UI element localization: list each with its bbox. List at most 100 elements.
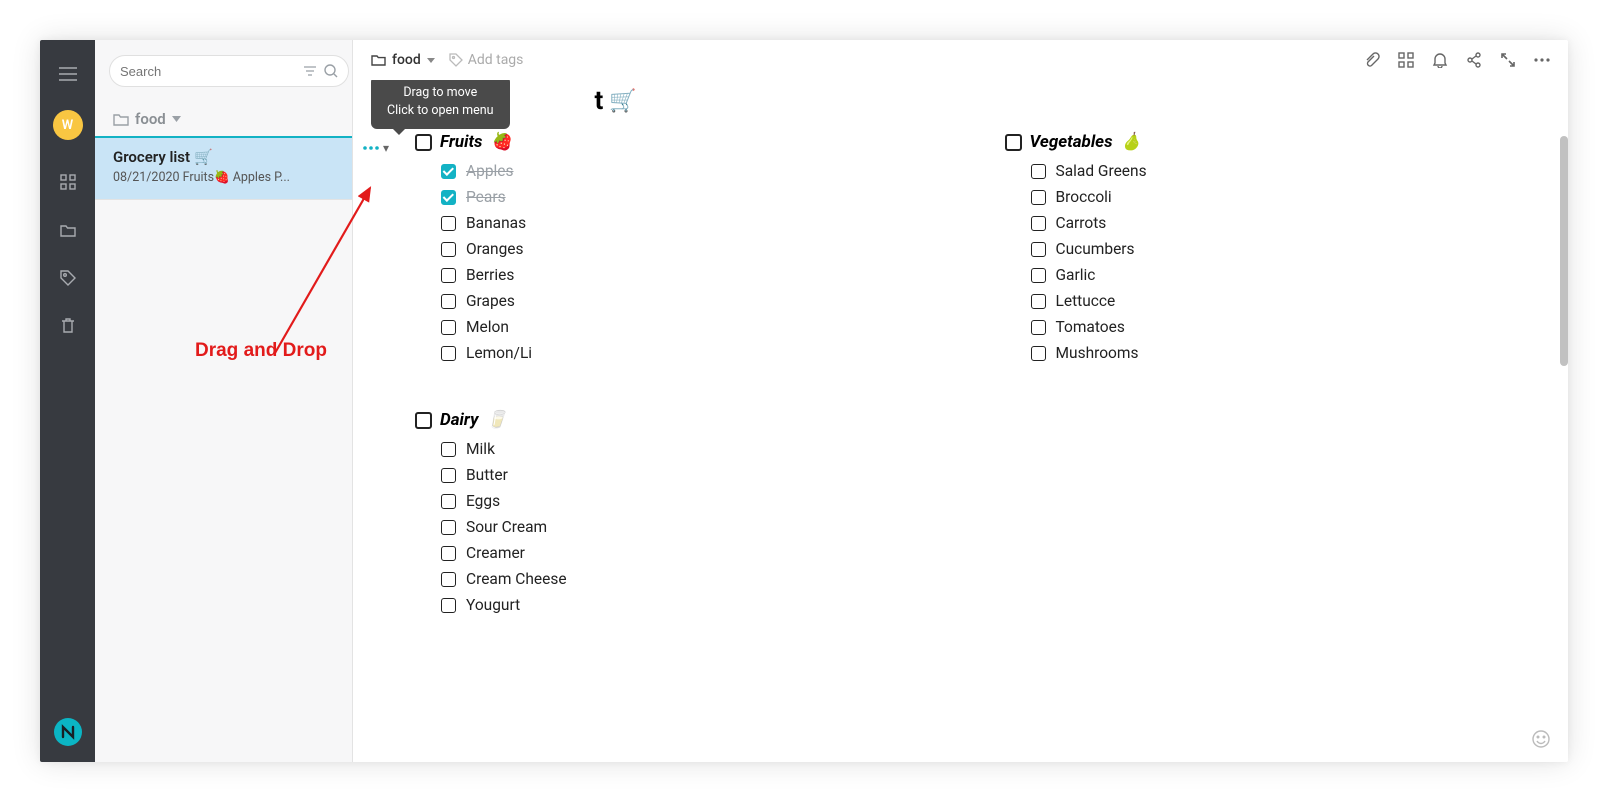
- nav-rail: W: [40, 40, 95, 762]
- sidebar-folder[interactable]: food: [95, 98, 352, 138]
- search-icon[interactable]: [324, 64, 338, 78]
- item-label[interactable]: Creamer: [466, 544, 525, 562]
- filter-icon[interactable]: [304, 66, 316, 76]
- checkbox[interactable]: [1031, 190, 1046, 205]
- sidebar: food Grocery list 🛒 08/21/2020 Fruits🍓 A…: [95, 40, 353, 762]
- item-label[interactable]: Yougurt: [466, 596, 520, 614]
- item-label[interactable]: Sour Cream: [466, 518, 547, 536]
- checkbox[interactable]: [441, 468, 456, 483]
- checkbox[interactable]: [441, 320, 456, 335]
- list-item: Cucumbers: [961, 236, 1551, 262]
- trash-icon[interactable]: [50, 308, 86, 344]
- item-label[interactable]: Cream Cheese: [466, 570, 567, 588]
- checkbox[interactable]: [1031, 216, 1046, 231]
- expand-icon[interactable]: [1500, 52, 1516, 68]
- group-checkbox-dairy[interactable]: [415, 412, 432, 429]
- item-label[interactable]: Bananas: [466, 214, 526, 232]
- scrollbar[interactable]: [1560, 136, 1568, 366]
- item-label[interactable]: Mushrooms: [1056, 344, 1139, 362]
- checkbox[interactable]: [441, 442, 456, 457]
- checkbox[interactable]: [441, 494, 456, 509]
- cart-icon: 🛒: [609, 89, 636, 114]
- list-item: Bananas: [371, 210, 961, 236]
- item-label[interactable]: Lemon/Li: [466, 344, 532, 362]
- item-label[interactable]: Grapes: [466, 292, 515, 310]
- pear-icon: 🍐: [1121, 132, 1142, 152]
- list-item: Carrots: [961, 210, 1551, 236]
- list-item: Milk: [371, 436, 961, 462]
- list-item: Pears: [371, 184, 961, 210]
- item-label[interactable]: Eggs: [466, 492, 500, 510]
- checkbox[interactable]: [441, 520, 456, 535]
- group-fruits: Fruits 🍓 ApplesPearsBananasOrangesBerrie…: [371, 132, 961, 366]
- item-label[interactable]: Milk: [466, 440, 495, 458]
- list-item: Butter: [371, 462, 961, 488]
- toolbar: [1364, 52, 1550, 68]
- checkbox[interactable]: [441, 346, 456, 361]
- drag-handle[interactable]: Drag to move Click to open menu: [359, 136, 383, 160]
- note-card[interactable]: Grocery list 🛒 08/21/2020 Fruits🍓 Apples…: [95, 138, 352, 200]
- checkbox[interactable]: [1031, 320, 1046, 335]
- checkbox[interactable]: [1031, 164, 1046, 179]
- item-label[interactable]: Butter: [466, 466, 508, 484]
- checkbox[interactable]: [441, 572, 456, 587]
- dashboard-icon[interactable]: [50, 164, 86, 200]
- list-item: Grapes: [371, 288, 961, 314]
- collapse-toggle[interactable]: ▾: [383, 141, 389, 155]
- item-label[interactable]: Lettucce: [1056, 292, 1116, 310]
- checkbox[interactable]: [441, 242, 456, 257]
- checkbox[interactable]: [441, 164, 456, 179]
- attach-icon[interactable]: [1364, 52, 1380, 68]
- page-title-visible: t: [595, 86, 604, 116]
- search-input[interactable]: [109, 55, 349, 87]
- checkbox[interactable]: [441, 294, 456, 309]
- list-item: Lettucce: [961, 288, 1551, 314]
- item-label[interactable]: Salad Greens: [1056, 162, 1147, 180]
- item-label[interactable]: Cucumbers: [1056, 240, 1135, 258]
- list-item: Broccoli: [961, 184, 1551, 210]
- item-label[interactable]: Oranges: [466, 240, 524, 258]
- group-vegetables: Vegetables 🍐 Salad Greens Broccoli Carrots…: [961, 132, 1551, 366]
- checkbox[interactable]: [441, 216, 456, 231]
- checkbox[interactable]: [1031, 346, 1046, 361]
- list-item: Garlic: [961, 262, 1551, 288]
- checkbox[interactable]: [441, 190, 456, 205]
- list-item: Creamer: [371, 540, 961, 566]
- milk-icon: 🥛: [486, 410, 507, 430]
- item-label[interactable]: Tomatoes: [1056, 318, 1125, 336]
- item-label[interactable]: Melon: [466, 318, 509, 336]
- checkbox[interactable]: [1031, 294, 1046, 309]
- item-label[interactable]: Pears: [466, 188, 506, 206]
- share-icon[interactable]: [1466, 52, 1482, 68]
- more-icon[interactable]: [1534, 52, 1550, 68]
- avatar[interactable]: W: [53, 110, 83, 140]
- group-checkbox-vegetables[interactable]: [1005, 134, 1022, 151]
- list-item: Tomatoes: [961, 314, 1551, 340]
- cart-icon: 🛒: [194, 148, 213, 166]
- bell-icon[interactable]: [1432, 52, 1448, 68]
- tag-icon[interactable]: [50, 260, 86, 296]
- folder-icon[interactable]: [50, 212, 86, 248]
- item-label[interactable]: Garlic: [1056, 266, 1096, 284]
- add-tags[interactable]: Add tags: [449, 52, 524, 68]
- emoji-picker-icon[interactable]: [1532, 730, 1550, 752]
- app-logo[interactable]: [54, 718, 82, 746]
- breadcrumb[interactable]: food: [371, 52, 435, 68]
- group-checkbox-fruits[interactable]: [415, 134, 432, 151]
- item-label[interactable]: Berries: [466, 266, 514, 284]
- group-label: Fruits: [440, 132, 483, 152]
- grid-icon[interactable]: [1398, 52, 1414, 68]
- breadcrumb-folder: food: [392, 52, 421, 68]
- item-label[interactable]: Apples: [466, 162, 514, 180]
- item-label[interactable]: Carrots: [1056, 214, 1107, 232]
- checkbox[interactable]: [441, 546, 456, 561]
- checkbox[interactable]: [1031, 268, 1046, 283]
- group-label: Vegetables: [1030, 132, 1113, 152]
- checkbox[interactable]: [441, 268, 456, 283]
- checkbox[interactable]: [1031, 242, 1046, 257]
- item-label[interactable]: Broccoli: [1056, 188, 1112, 206]
- list-item: Mushrooms: [961, 340, 1551, 366]
- list-item: Cream Cheese: [371, 566, 961, 592]
- checkbox[interactable]: [441, 598, 456, 613]
- menu-icon[interactable]: [50, 56, 86, 92]
